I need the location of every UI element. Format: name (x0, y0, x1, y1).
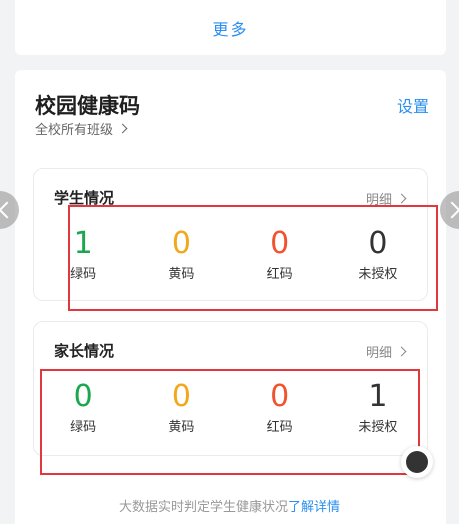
stat-label: 黄码 (168, 420, 195, 435)
stat-value: 0 (171, 379, 191, 414)
stat-green[interactable]: 1 绿码 (34, 227, 132, 287)
stat-yellow[interactable]: 0 黄码 (132, 227, 230, 287)
top-card: 更多 (15, 0, 446, 55)
stat-value: 1 (73, 226, 93, 261)
detail-label: 明细 (365, 193, 392, 208)
stat-label: 绿码 (70, 267, 97, 282)
stat-value: 1 (368, 379, 388, 414)
stat-value: 0 (368, 226, 388, 261)
student-status-card: 学生情况 明细 1 绿码 0 黄码 0 红码 0 未授权 (33, 168, 428, 301)
stat-value: 0 (171, 226, 191, 261)
assistant-float-button[interactable] (401, 446, 433, 478)
stat-label: 未授权 (358, 267, 398, 282)
health-code-card: 校园健康码 设置 全校所有班级 学生情况 明细 1 绿码 0 黄码 0 红码 0 (15, 70, 446, 524)
parent-detail-link[interactable]: 明细 (365, 342, 407, 361)
page-title: 校园健康码 (35, 94, 140, 118)
parent-status-card: 家长情况 明细 0 绿码 0 黄码 0 红码 1 未授权 (33, 321, 428, 456)
scope-label: 全校所有班级 (35, 123, 114, 138)
footer-note: 大数据实时判定学生健康状况了解详情 (0, 496, 459, 515)
stat-red[interactable]: 0 红码 (231, 227, 329, 287)
parent-status-title: 家长情况 (54, 342, 115, 360)
stat-value: 0 (270, 379, 290, 414)
chevron-right-icon (396, 193, 407, 204)
stat-label: 黄码 (168, 267, 195, 282)
stat-value: 0 (270, 226, 290, 261)
chevron-right-icon (117, 123, 128, 134)
student-stats: 1 绿码 0 黄码 0 红码 0 未授权 (34, 227, 427, 287)
stat-label: 红码 (266, 420, 293, 435)
stat-red[interactable]: 0 红码 (231, 380, 329, 440)
stat-unauthorized[interactable]: 1 未授权 (329, 380, 427, 440)
stat-label: 未授权 (358, 420, 398, 435)
settings-link[interactable]: 设置 (397, 93, 429, 117)
detail-label: 明细 (365, 346, 392, 361)
student-detail-link[interactable]: 明细 (365, 189, 407, 208)
scope-selector[interactable]: 全校所有班级 (35, 119, 128, 138)
stat-label: 红码 (266, 267, 293, 282)
more-link[interactable]: 更多 (212, 16, 248, 40)
stat-label: 绿码 (70, 420, 97, 435)
stat-yellow[interactable]: 0 黄码 (132, 380, 230, 440)
parent-stats: 0 绿码 0 黄码 0 红码 1 未授权 (34, 380, 427, 440)
student-status-title: 学生情况 (54, 189, 115, 207)
learn-more-link[interactable]: 了解详情 (288, 500, 340, 515)
stat-green[interactable]: 0 绿码 (34, 380, 132, 440)
chevron-right-icon (396, 346, 407, 357)
stat-unauthorized[interactable]: 0 未授权 (329, 227, 427, 287)
footer-text: 大数据实时判定学生健康状况 (118, 500, 288, 515)
assistant-icon (406, 451, 428, 473)
stat-value: 0 (73, 379, 93, 414)
